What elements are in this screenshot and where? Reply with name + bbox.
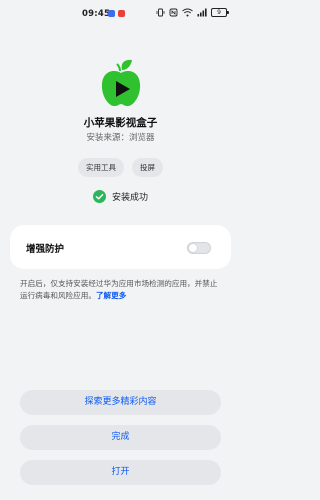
battery-icon: 9 [211, 8, 229, 17]
wifi-icon [182, 8, 193, 17]
protection-description: 开启后，仅支持安装经过华为应用市场检测的应用，并禁止运行病毒和风险应用。了解更多 [20, 278, 225, 302]
explore-more-button[interactable]: 探索更多精彩内容 [20, 390, 221, 415]
done-button[interactable]: 完成 [20, 425, 221, 450]
apple-stem [116, 63, 121, 72]
status-time: 09:45 [82, 9, 111, 19]
status-bar: 09:45 9 [0, 0, 241, 28]
notification-icon [108, 10, 115, 17]
nfc-icon [169, 8, 178, 17]
apple-leaf-icon [121, 59, 132, 70]
signal-icon [197, 8, 207, 17]
install-status: 安装成功 [0, 190, 241, 203]
install-source: 安装来源：浏览器 [86, 133, 155, 143]
enhanced-protection-toggle[interactable] [187, 242, 211, 254]
enhanced-protection-card: 增强防护 [10, 225, 231, 269]
tag-utility: 实用工具 [78, 158, 124, 177]
notification-icon [118, 10, 125, 17]
open-button[interactable]: 打开 [20, 460, 221, 485]
enhanced-protection-title: 增强防护 [26, 244, 65, 255]
toggle-knob [189, 244, 197, 252]
vibrate-icon [156, 8, 165, 17]
status-icons: 9 [156, 8, 229, 17]
check-circle-icon [92, 190, 106, 203]
tag-cast: 投屏 [132, 158, 163, 177]
app-icon [101, 59, 141, 107]
learn-more-link[interactable]: 了解更多 [96, 291, 126, 300]
install-status-text: 安装成功 [111, 193, 148, 203]
app-tags: 实用工具 投屏 [0, 158, 241, 177]
app-name: 小苹果影视盒子 [83, 117, 158, 129]
